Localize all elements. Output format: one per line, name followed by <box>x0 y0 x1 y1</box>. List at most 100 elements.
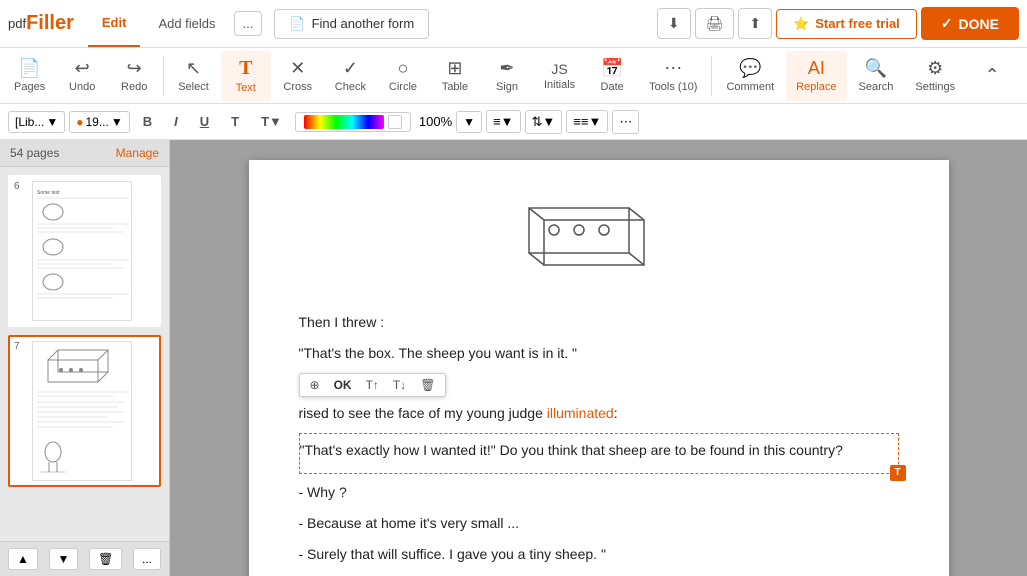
text-selection-area[interactable]: "That's exactly how I wanted it!" Do you… <box>299 433 899 474</box>
inline-ok-button[interactable]: OK <box>328 376 358 394</box>
text-why: - Why ? <box>299 480 899 505</box>
share-button[interactable]: ⬆ <box>738 8 772 39</box>
sidebar-bottom: ▲ ▼ 🗑 ... <box>0 541 169 576</box>
italic-button[interactable]: I <box>165 110 187 133</box>
replace-icon: AI <box>808 58 825 79</box>
edit-tab[interactable]: Edit <box>88 0 141 47</box>
text-icon: T <box>239 57 252 80</box>
redo-label: Redo <box>121 81 147 93</box>
underline-button[interactable]: U <box>191 110 218 133</box>
circle-tool[interactable]: ○ Circle <box>378 51 428 101</box>
color-bar[interactable] <box>295 112 411 132</box>
initials-icon: JS <box>551 61 567 77</box>
text-label: Text <box>236 82 256 94</box>
inline-move-button[interactable]: ⊕ <box>304 376 326 394</box>
comment-tool[interactable]: 💬 Comment <box>716 51 784 101</box>
table-tool[interactable]: ⊞ Table <box>430 51 480 101</box>
text-paragraph-3-end: : <box>614 405 618 421</box>
main-toolbar: 📄 Pages ↩ Undo ↪ Redo ↖ Select T Text ✕ … <box>0 48 1027 104</box>
trial-button[interactable]: ⭐ Start free trial <box>776 9 917 39</box>
topbar: pdf Filler Edit Add fields ... 📄 Find an… <box>0 0 1027 48</box>
redo-tool[interactable]: ↪ Redo <box>109 51 159 101</box>
more-sub-button[interactable]: ⋯ <box>612 110 639 134</box>
done-button[interactable]: ✓ DONE <box>921 7 1019 40</box>
text-tool[interactable]: T Text <box>221 51 271 101</box>
replace-label: Replace <box>796 81 836 93</box>
find-form-icon: 📄 <box>289 16 305 32</box>
manage-link[interactable]: Manage <box>116 146 159 160</box>
undo-label: Undo <box>69 81 95 93</box>
divider-1 <box>163 56 164 96</box>
download-button[interactable]: ⬇ <box>657 8 691 39</box>
add-fields-tab[interactable]: Add fields <box>144 0 229 47</box>
text-align-button[interactable]: T <box>222 110 248 133</box>
cross-tool[interactable]: ✕ Cross <box>273 51 323 101</box>
pages-icon: 📄 <box>18 58 40 79</box>
font-size-chevron: ▼ <box>111 115 123 129</box>
settings-label: Settings <box>915 81 955 93</box>
page-illustration <box>299 200 899 280</box>
search-icon: 🔍 <box>865 58 887 79</box>
divider-2 <box>711 56 712 96</box>
align-left-button[interactable]: ≡▼ <box>486 110 520 133</box>
page-thumb-7[interactable]: 7 <box>8 335 161 487</box>
inline-delete-button[interactable]: 🗑 <box>414 376 441 394</box>
date-label: Date <box>601 81 624 93</box>
settings-tool[interactable]: ⚙ Settings <box>905 51 965 101</box>
zoom-value: 100% <box>419 114 452 129</box>
page-thumb-6[interactable]: 6 Some text <box>8 175 161 327</box>
sign-label: Sign <box>496 81 518 93</box>
align-para-button[interactable]: ≡≡▼ <box>566 110 608 133</box>
select-tool[interactable]: ↖ Select <box>168 51 219 101</box>
search-tool[interactable]: 🔍 Search <box>849 51 904 101</box>
text-cursor-handle[interactable]: T <box>890 465 906 481</box>
sub-toolbar: [Lib... ▼ ● 19... ▼ B I U T T▼ 100% ▼ ≡▼… <box>0 104 1027 140</box>
text-color-button[interactable]: T▼ <box>252 110 291 133</box>
delete-page-button[interactable]: 🗑 <box>89 548 122 570</box>
settings-icon: ⚙ <box>927 58 943 79</box>
tools-icon: ⋯ <box>664 58 682 79</box>
page-6-number: 6 <box>14 181 26 192</box>
undo-tool[interactable]: ↩ Undo <box>57 51 107 101</box>
svg-text:Some text: Some text <box>37 190 60 196</box>
date-tool[interactable]: 📅 Date <box>587 51 637 101</box>
bold-button[interactable]: B <box>134 110 161 133</box>
find-form-button[interactable]: 📄 Find another form <box>274 9 429 39</box>
zoom-select[interactable]: ▼ <box>456 111 482 133</box>
pages-tool[interactable]: 📄 Pages <box>4 51 55 101</box>
page-up-button[interactable]: ▲ <box>8 548 38 570</box>
document-text: Then I threw : "That's the box. The shee… <box>299 310 899 576</box>
select-icon: ↖ <box>186 58 201 79</box>
trial-icon: ⭐ <box>793 16 809 32</box>
expand-tool[interactable]: ⌃ <box>967 51 1017 101</box>
sign-tool[interactable]: ✒ Sign <box>482 51 532 101</box>
page-6-thumbnail: Some text <box>32 181 132 321</box>
circle-label: Circle <box>389 81 417 93</box>
font-size-icon: ● <box>76 115 83 129</box>
text-because: - Because at home it's very small ... <box>299 511 899 536</box>
initials-label: Initials <box>544 79 575 91</box>
font-family-select[interactable]: [Lib... ▼ <box>8 111 65 133</box>
page-down-button[interactable]: ▼ <box>49 548 79 570</box>
replace-tool[interactable]: AI Replace <box>786 51 846 101</box>
initials-tool[interactable]: JS Initials <box>534 51 585 101</box>
tools-label: Tools (10) <box>649 81 697 93</box>
text-highlighted: illuminated <box>547 405 614 421</box>
check-tool[interactable]: ✓ Check <box>325 51 376 101</box>
more-page-button[interactable]: ... <box>133 548 161 570</box>
text-selection-content: "That's exactly how I wanted it!" Do you… <box>300 438 898 463</box>
inline-down-button[interactable]: T↓ <box>387 376 412 394</box>
more-button[interactable]: ... <box>234 11 263 36</box>
circle-icon: ○ <box>398 58 409 79</box>
sidebar: 54 pages Manage 6 Some text <box>0 140 170 576</box>
logo: pdf Filler <box>8 12 74 35</box>
inline-up-button[interactable]: T↑ <box>360 376 385 394</box>
page-7-number: 7 <box>14 341 26 352</box>
align-vertical-button[interactable]: ⇅▼ <box>525 110 563 134</box>
text-paragraph-3-before: rised to see the face of my young judge <box>299 405 547 421</box>
document-area: Then I threw : "That's the box. The shee… <box>170 140 1027 576</box>
print-button[interactable]: 🖨 <box>695 8 735 39</box>
tools-tool[interactable]: ⋯ Tools (10) <box>639 51 707 101</box>
font-size-select[interactable]: ● 19... ▼ <box>69 111 130 133</box>
font-size-value: 19... <box>86 115 109 129</box>
